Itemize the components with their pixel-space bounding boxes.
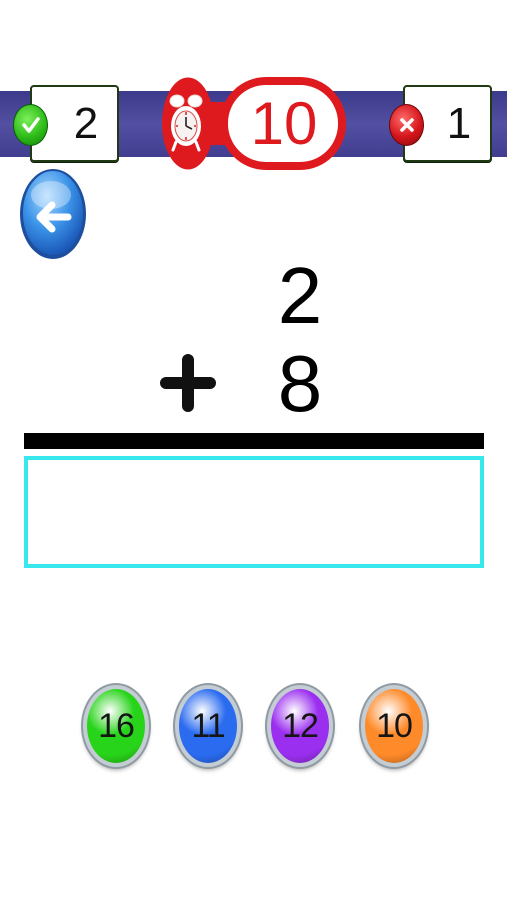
choice-button[interactable]: 12 — [267, 685, 333, 767]
back-button[interactable] — [18, 167, 88, 261]
top-operand: 2 — [277, 251, 323, 340]
check-icon — [13, 104, 48, 146]
timer-value: 10 — [250, 89, 318, 157]
bottom-operand: 8 — [277, 339, 323, 428]
choice-button[interactable]: 10 — [361, 685, 427, 767]
choice-label: 10 — [376, 706, 413, 745]
choice-label: 16 — [98, 706, 135, 745]
alarm-clock-icon — [169, 94, 203, 152]
plus-icon — [160, 354, 216, 412]
choice-label: 12 — [282, 706, 319, 745]
choice-button[interactable]: 11 — [175, 685, 241, 767]
back-arrow-icon — [20, 169, 86, 259]
correct-count: 2 — [73, 98, 99, 148]
wrong-count: 1 — [446, 98, 472, 148]
choice-label: 11 — [191, 706, 225, 745]
choice-button[interactable]: 16 — [83, 685, 149, 767]
sum-line — [24, 433, 484, 449]
answer-field[interactable] — [24, 456, 484, 568]
cross-icon — [389, 104, 424, 146]
